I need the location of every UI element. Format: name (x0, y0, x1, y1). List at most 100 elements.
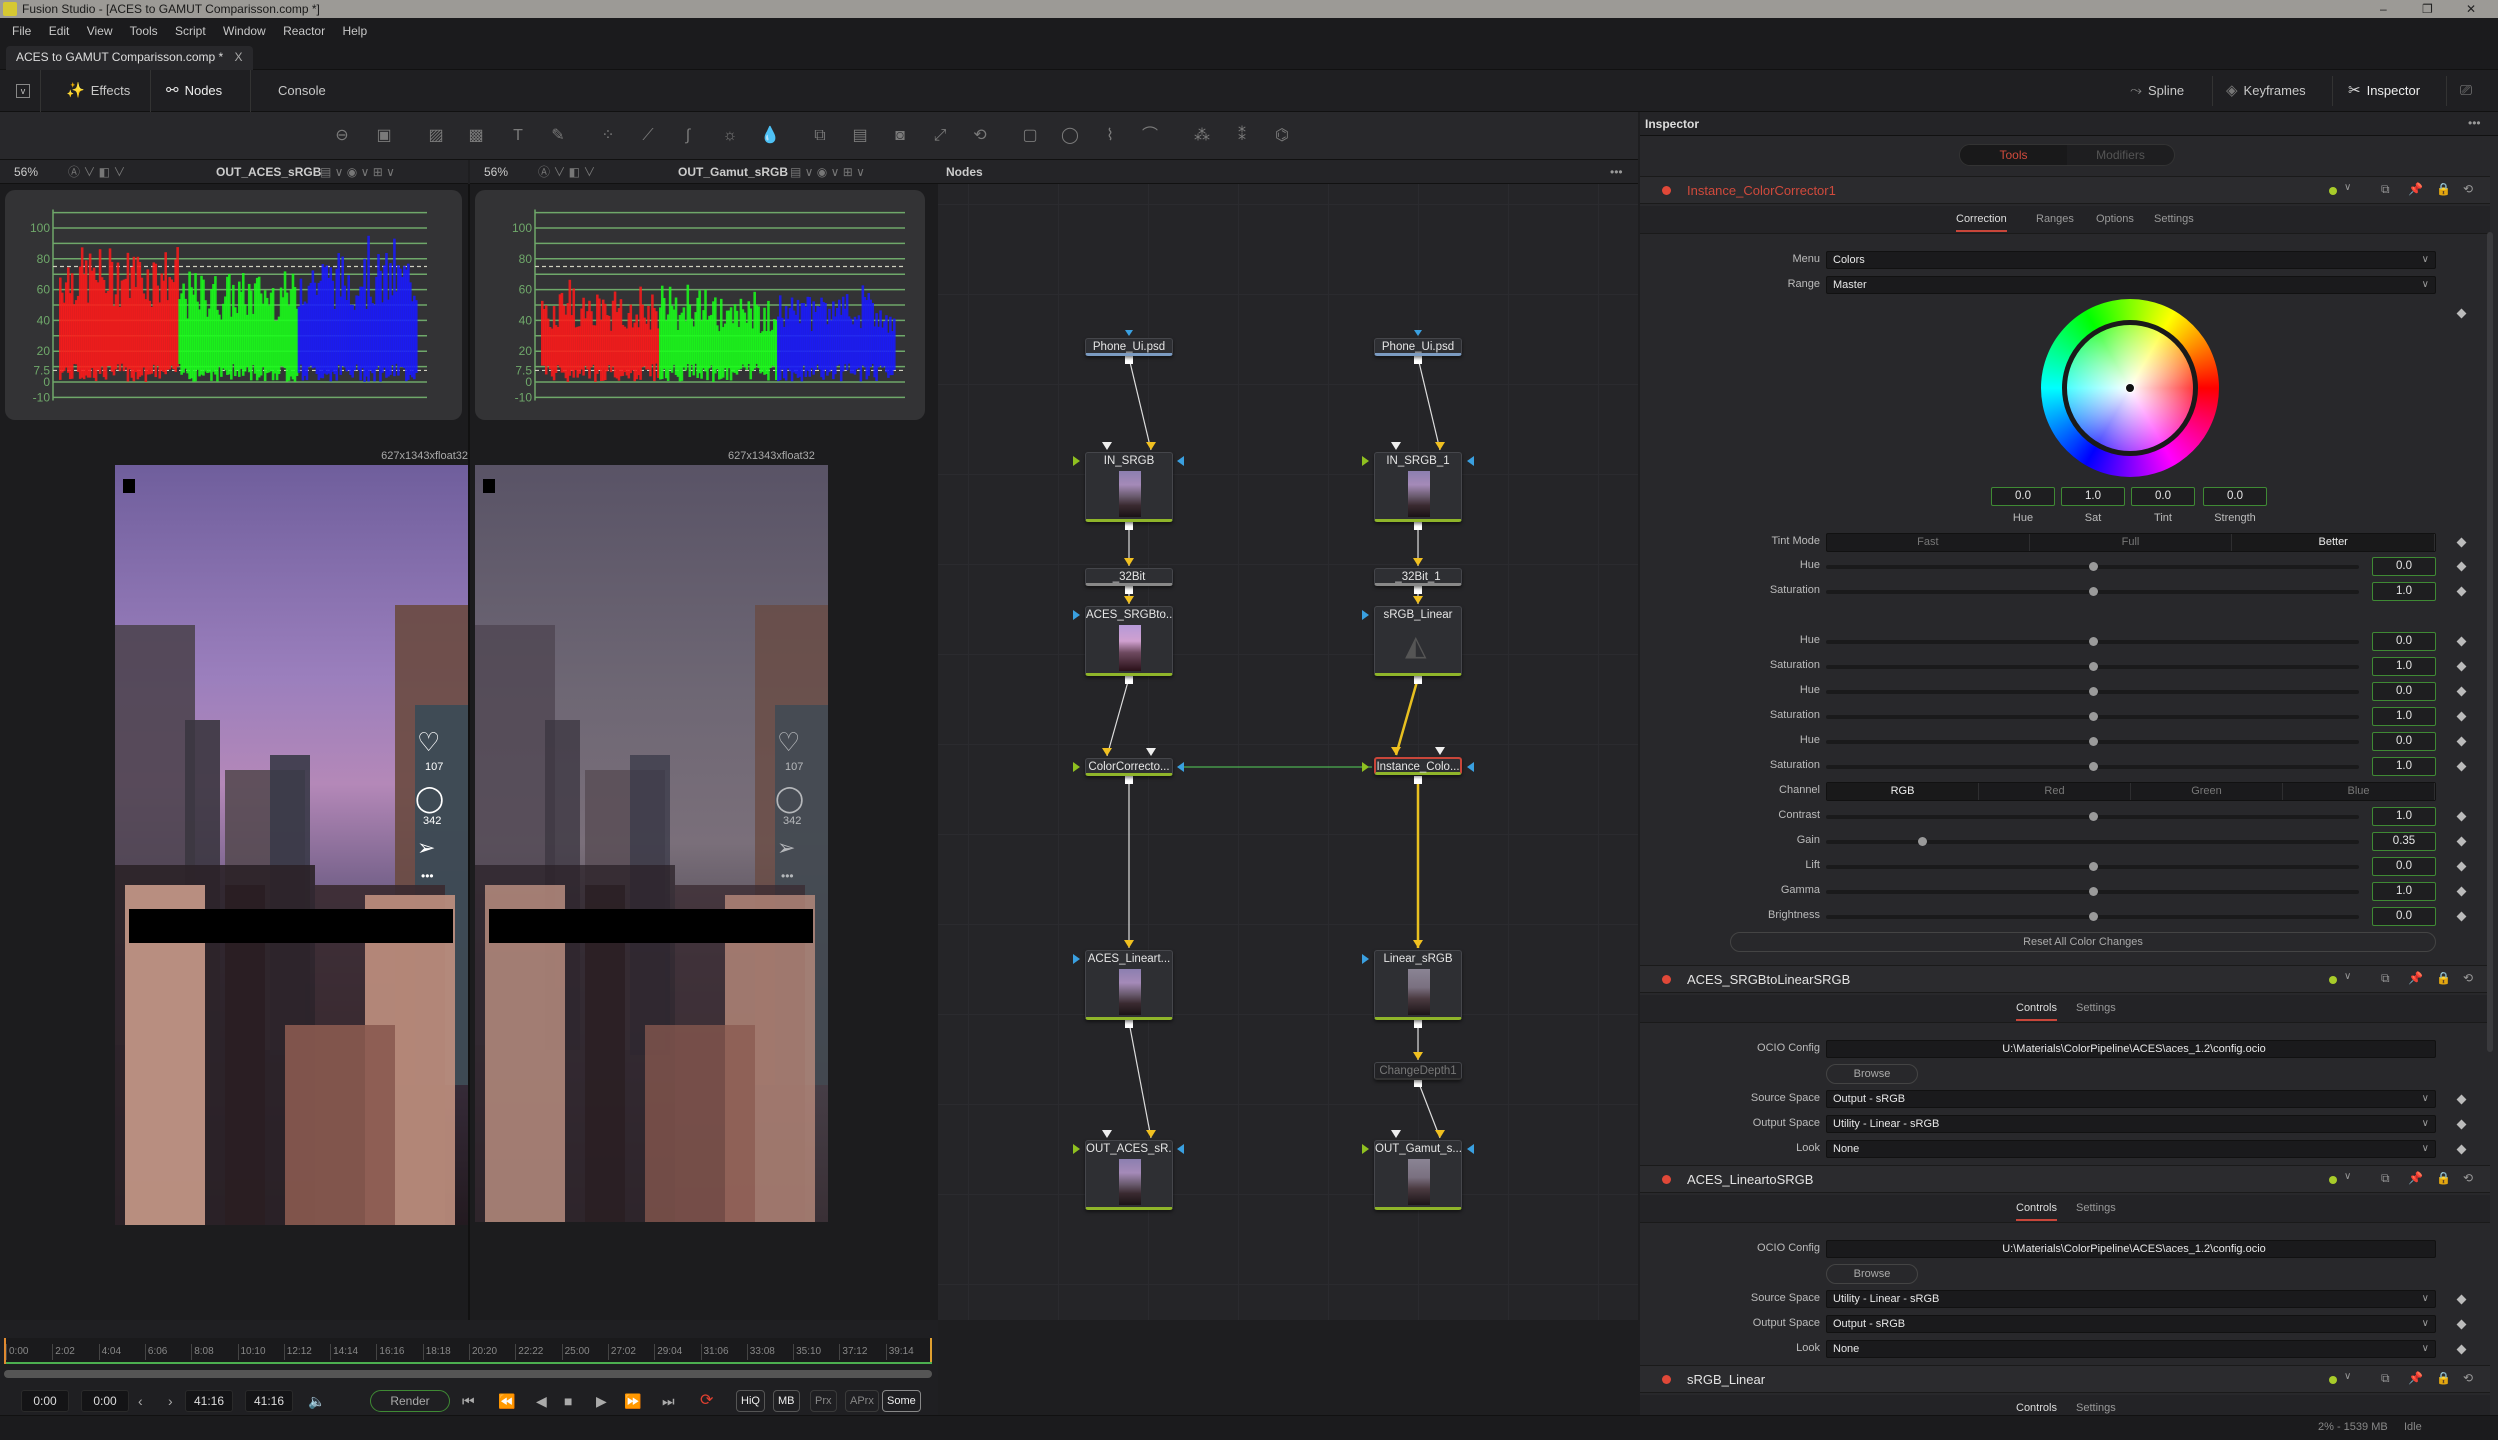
paint-tool-icon[interactable]: ✎ (546, 124, 570, 148)
fast-forward-icon[interactable]: ⏩ (624, 1390, 641, 1412)
reset-icon[interactable]: ⟲ (2463, 1371, 2473, 1385)
tab-settings[interactable]: Settings (2076, 1002, 2116, 1014)
tab-correction[interactable]: Correction (1956, 213, 2007, 232)
value-field[interactable]: 1.0 (2372, 707, 2436, 726)
viewer-zoom[interactable]: 56% (484, 160, 508, 184)
slider-knob[interactable] (2088, 562, 2098, 571)
lock-icon[interactable]: 🔒 (2436, 182, 2451, 196)
hiq-toggle[interactable]: HiQ (736, 1390, 765, 1412)
tool-header[interactable]: sRGB_Linear ∨ ⧉ 📌 🔒 ⟲ (1640, 1365, 2490, 1393)
keyframe-diamond-icon[interactable] (2456, 861, 2467, 872)
keyframe-diamond-icon[interactable] (2456, 711, 2467, 722)
channel-red[interactable]: Red (1979, 783, 2131, 800)
tab-modifiers[interactable]: Modifiers (2067, 145, 2174, 165)
selective-update-toggle[interactable]: Some (882, 1390, 921, 1412)
auto-proxy-toggle[interactable]: APrx (845, 1390, 879, 1412)
node-32bit-1[interactable]: _32Bit_1 (1374, 568, 1462, 586)
version-icon[interactable]: ⧉ (2381, 971, 2390, 986)
play-reverse-icon[interactable]: ◀ (536, 1390, 547, 1412)
keyframe-diamond-icon[interactable] (2456, 1119, 2467, 1130)
rectangle-mask-icon[interactable]: ▢ (1018, 124, 1042, 148)
comp-tab-close-icon[interactable]: X (235, 50, 243, 64)
slider-knob[interactable] (2088, 912, 2098, 921)
tab-ranges[interactable]: Ranges (2036, 213, 2074, 225)
viewer-left[interactable]: 100 80 60 40 20 7.5 0 -10 627x1343xfloat32 ♡ 107… (0, 184, 468, 1320)
transform-tool-icon[interactable]: ⟲ (968, 124, 992, 148)
global-start-field[interactable]: 0:00 (21, 1390, 69, 1412)
tab-settings[interactable]: Settings (2154, 213, 2194, 225)
keyframe-diamond-icon[interactable] (2456, 736, 2467, 747)
output-space-dropdown[interactable]: Utility - Linear - sRGB ∨ (1826, 1115, 2436, 1133)
keyframes-button[interactable]: ◈ Keyframes (2226, 70, 2306, 112)
node-color-corrector[interactable]: ColorCorrecto... (1085, 758, 1173, 776)
menu-script[interactable]: Script (175, 24, 206, 38)
reset-icon[interactable]: ⟲ (2463, 1171, 2473, 1185)
value-field[interactable]: 0.0 (2372, 907, 2436, 926)
timeline-scrollbar[interactable] (4, 1370, 932, 1378)
wheel-strength-field[interactable]: 0.0 (2203, 487, 2267, 506)
slider-knob[interactable] (2088, 737, 2098, 746)
panel-toggle-button[interactable]: v (16, 70, 30, 112)
more-options-icon[interactable]: ••• (2468, 116, 2481, 130)
tool-color-dot[interactable] (2329, 1176, 2337, 1184)
tool-enable-toggle[interactable] (1662, 1175, 1671, 1184)
node-32bit[interactable]: _32Bit (1085, 568, 1173, 586)
pin-icon[interactable]: 📌 (2408, 1371, 2423, 1385)
stop-icon[interactable]: ■ (564, 1390, 572, 1412)
value-field[interactable]: 0.0 (2372, 732, 2436, 751)
menu-window[interactable]: Window (223, 24, 266, 38)
tint-mode-fast[interactable]: Fast (1827, 534, 2030, 551)
version-icon[interactable]: ⧉ (2381, 182, 2390, 197)
slider-knob[interactable] (2088, 637, 2098, 646)
keyframe-diamond-icon[interactable] (2456, 1094, 2467, 1105)
keyframe-diamond-icon[interactable] (2456, 537, 2467, 548)
tab-options[interactable]: Options (2096, 213, 2134, 225)
fullscreen-button[interactable]: ⎚ (2460, 70, 2472, 112)
channel-rgb[interactable]: RGB (1827, 783, 1979, 800)
menu-reactor[interactable]: Reactor (283, 24, 325, 38)
play-icon[interactable]: ▶ (596, 1390, 607, 1412)
tool-enable-toggle[interactable] (1662, 975, 1671, 984)
motion-blur-toggle[interactable]: MB (773, 1390, 800, 1412)
keyframe-diamond-icon[interactable] (2456, 1344, 2467, 1355)
source-space-dropdown[interactable]: Utility - Linear - sRGB ∨ (1826, 1290, 2436, 1308)
channel-select-icon[interactable]: Ⓐ ∨ ◧ ∨ (538, 160, 595, 184)
effects-button[interactable]: ✨ Effects (66, 70, 130, 112)
keyframe-diamond-icon[interactable] (2456, 761, 2467, 772)
value-field[interactable]: 0.0 (2372, 632, 2436, 651)
tab-settings[interactable]: Settings (2076, 1402, 2116, 1414)
ellipse-mask-icon[interactable]: ◯ (1058, 124, 1082, 148)
node-loader-right[interactable]: Phone_Ui.psd (1374, 338, 1462, 356)
keyframe-diamond-icon[interactable] (2456, 1319, 2467, 1330)
viewer-right[interactable]: 100 80 60 40 20 7.5 0 -10 627x1343xfloat32 ♡ 107… (470, 184, 938, 1320)
node-out-gamut-srgb[interactable]: OUT_Gamut_s... (1374, 1140, 1462, 1210)
value-field[interactable]: 0.0 (2372, 857, 2436, 876)
keyframe-diamond-icon[interactable] (2456, 886, 2467, 897)
render-start-field[interactable]: 0:00 (81, 1390, 129, 1412)
tool-header[interactable]: ACES_LineartoSRGB ∨ ⧉ 📌 🔒 ⟲ (1640, 1165, 2490, 1193)
keyframe-diamond-icon[interactable] (2456, 836, 2467, 847)
close-window-button[interactable]: ✕ (2466, 0, 2476, 18)
menu-dropdown[interactable]: Colors ∨ (1826, 251, 2436, 269)
channel-green[interactable]: Green (2131, 783, 2283, 800)
tool-color-dot[interactable] (2329, 1376, 2337, 1384)
tool-enable-toggle[interactable] (1662, 1375, 1671, 1384)
slider-knob[interactable] (2088, 812, 2098, 821)
particle-render-icon[interactable]: ⁑ (1230, 124, 1254, 148)
menu-view[interactable]: View (87, 24, 113, 38)
spline-button[interactable]: ⤳ Spline (2130, 70, 2184, 112)
text-pattern-tool-icon[interactable]: ▩ (464, 124, 488, 148)
keyframe-diamond-icon[interactable] (2456, 586, 2467, 597)
shape-3d-icon[interactable]: ⌬ (1270, 124, 1294, 148)
value-field[interactable]: 0.35 (2372, 832, 2436, 851)
lock-icon[interactable]: 🔒 (2436, 1171, 2451, 1185)
more-options-icon[interactable]: ••• (1610, 160, 1623, 184)
keyframe-diamond-icon[interactable] (2456, 911, 2467, 922)
proxy-toggle[interactable]: Prx (810, 1390, 837, 1412)
menu-edit[interactable]: Edit (49, 24, 70, 38)
wheel-hue-field[interactable]: 0.0 (1991, 487, 2055, 506)
viewer-options-icons[interactable]: ▤ ∨ ◉ ∨ ⊞ ∨ (790, 160, 865, 184)
channel-select-icon[interactable]: Ⓐ ∨ ◧ ∨ (68, 160, 125, 184)
slider-knob[interactable] (2088, 712, 2098, 721)
tool-header[interactable]: ACES_SRGBtoLinearSRGB ∨ ⧉ 📌 🔒 ⟲ (1640, 965, 2490, 993)
